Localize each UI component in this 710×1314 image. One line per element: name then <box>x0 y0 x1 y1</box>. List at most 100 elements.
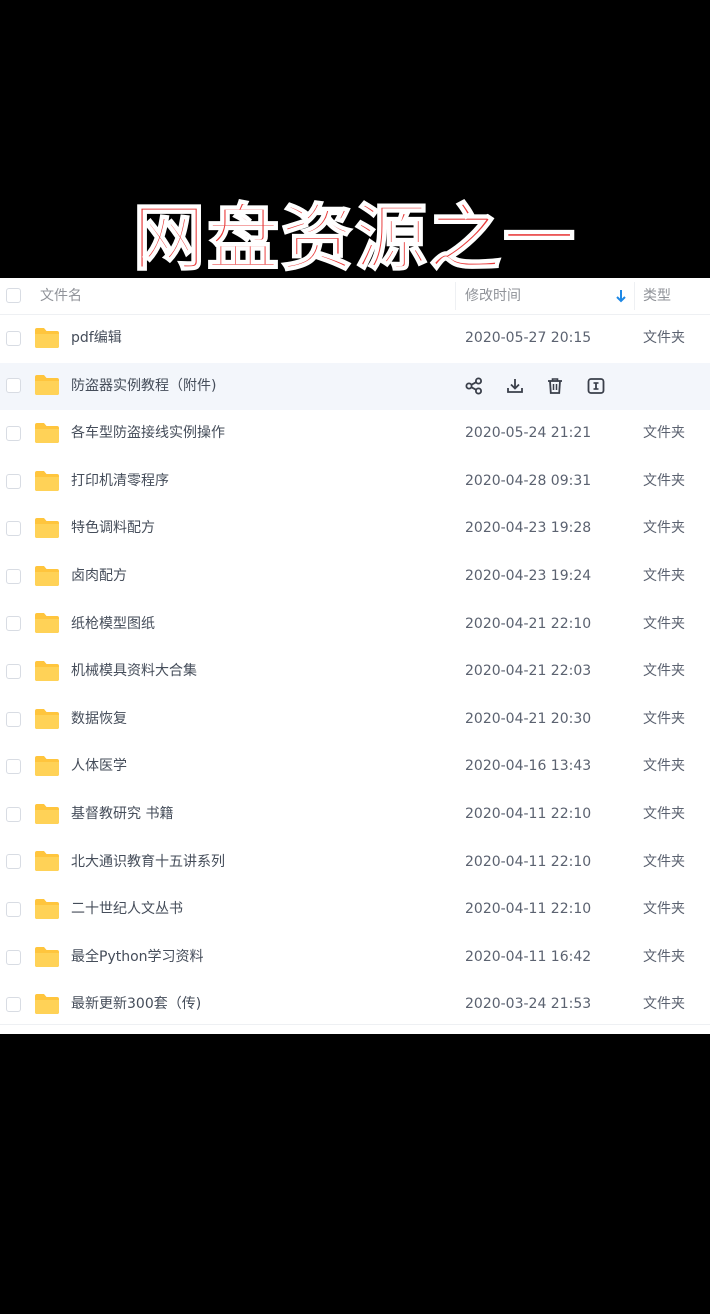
file-rows: pdf编辑 2020-05-27 20:15 文件夹 防盗器实例教程（附件) 各车型防盗… <box>0 315 710 1029</box>
file-type: 文件夹 <box>643 996 685 1013</box>
file-type: 文件夹 <box>643 472 685 489</box>
folder-icon <box>34 470 60 492</box>
file-type: 文件夹 <box>643 520 685 537</box>
row-checkbox[interactable] <box>6 473 21 489</box>
folder-icon <box>34 755 60 777</box>
modified-time: 2020-04-21 22:03 <box>465 663 592 680</box>
file-type: 文件夹 <box>643 425 685 442</box>
row-checkbox[interactable] <box>6 330 21 346</box>
file-name[interactable]: 北大通识教育十五讲系列 <box>71 839 225 887</box>
file-name[interactable]: 人体医学 <box>71 743 127 791</box>
modified-time: 2020-05-27 20:15 <box>465 330 592 346</box>
arrow-down-icon[interactable] <box>614 287 628 305</box>
modified-time: 2020-04-11 22:10 <box>465 805 592 822</box>
download-icon[interactable] <box>505 376 525 396</box>
column-header-time[interactable]: 修改时间 <box>465 278 521 314</box>
table-row[interactable]: 机械模具资料大合集 2020-04-21 22:03 文件夹 <box>0 648 710 696</box>
row-checkbox[interactable] <box>6 378 21 394</box>
folder-icon <box>34 708 60 730</box>
file-type: 文件夹 <box>643 330 685 346</box>
table-row[interactable]: 基督教研究 书籍 2020-04-11 22:10 文件夹 <box>0 791 710 839</box>
modified-time: 2020-03-24 21:53 <box>465 996 592 1013</box>
modified-time: 2020-04-28 09:31 <box>465 472 592 489</box>
modified-time: 2020-04-21 22:10 <box>465 615 592 632</box>
file-type: 文件夹 <box>643 758 685 775</box>
share-icon[interactable] <box>464 376 484 396</box>
file-name[interactable]: 防盗器实例教程（附件) <box>71 363 216 411</box>
row-checkbox[interactable] <box>6 854 21 870</box>
row-checkbox[interactable] <box>6 616 21 632</box>
table-row[interactable]: 二十世纪人文丛书 2020-04-11 22:10 文件夹 <box>0 886 710 934</box>
file-type: 文件夹 <box>643 853 685 870</box>
file-name[interactable]: pdf编辑 <box>71 315 122 363</box>
table-row[interactable]: pdf编辑 2020-05-27 20:15 文件夹 <box>0 315 710 363</box>
modified-time: 2020-04-23 19:28 <box>465 520 592 537</box>
row-checkbox[interactable] <box>6 521 21 537</box>
list-bottom-divider <box>0 1024 710 1025</box>
row-checkbox[interactable] <box>6 901 21 917</box>
table-row[interactable]: 卤肉配方 2020-04-23 19:24 文件夹 <box>0 553 710 601</box>
modified-time: 2020-04-16 13:43 <box>465 758 592 775</box>
table-row[interactable]: 最新更新300套（传) 2020-03-24 21:53 文件夹 <box>0 981 710 1029</box>
file-list-header: 文件名 修改时间 类型 <box>0 278 710 315</box>
modified-time: 2020-04-21 20:30 <box>465 710 592 727</box>
file-type: 文件夹 <box>643 901 685 918</box>
file-type: 文件夹 <box>643 805 685 822</box>
row-checkbox[interactable] <box>6 806 21 822</box>
file-name[interactable]: 各车型防盗接线实例操作 <box>71 410 225 458</box>
file-name[interactable]: 特色调料配方 <box>71 505 155 553</box>
delete-icon[interactable] <box>545 376 565 396</box>
column-header-type[interactable]: 类型 <box>643 278 671 314</box>
file-type: 文件夹 <box>643 663 685 680</box>
table-row[interactable]: 打印机清零程序 2020-04-28 09:31 文件夹 <box>0 458 710 506</box>
select-all-checkbox[interactable] <box>6 288 21 303</box>
file-name[interactable]: 纸枪模型图纸 <box>71 601 155 649</box>
folder-icon <box>34 565 60 587</box>
file-name[interactable]: 打印机清零程序 <box>71 458 169 506</box>
row-checkbox[interactable] <box>6 568 21 584</box>
modified-time: 2020-04-11 16:42 <box>465 948 592 965</box>
table-row[interactable]: 北大通识教育十五讲系列 2020-04-11 22:10 文件夹 <box>0 839 710 887</box>
file-type: 文件夹 <box>643 948 685 965</box>
file-name[interactable]: 卤肉配方 <box>71 553 127 601</box>
table-row[interactable]: 纸枪模型图纸 2020-04-21 22:10 文件夹 <box>0 601 710 649</box>
folder-icon <box>34 898 60 920</box>
folder-icon <box>34 993 60 1015</box>
table-row[interactable]: 特色调料配方 2020-04-23 19:28 文件夹 <box>0 505 710 553</box>
file-name[interactable]: 机械模具资料大合集 <box>71 648 197 696</box>
folder-icon <box>34 374 60 396</box>
file-type: 文件夹 <box>643 710 685 727</box>
folder-icon <box>34 946 60 968</box>
column-divider <box>455 282 456 310</box>
rename-icon[interactable] <box>586 376 606 396</box>
banner-title: 网盘资源之一 <box>132 195 577 281</box>
folder-icon <box>34 850 60 872</box>
modified-time: 2020-05-24 21:21 <box>465 425 592 442</box>
column-divider <box>634 282 635 310</box>
modified-time: 2020-04-11 22:10 <box>465 853 592 870</box>
folder-icon <box>34 612 60 634</box>
row-checkbox[interactable] <box>6 759 21 775</box>
folder-icon <box>34 803 60 825</box>
file-name[interactable]: 二十世纪人文丛书 <box>71 886 183 934</box>
modified-time: 2020-04-11 22:10 <box>465 901 592 918</box>
column-header-name[interactable]: 文件名 <box>40 278 82 314</box>
folder-icon <box>34 660 60 682</box>
table-row[interactable]: 最全Python学习资料 2020-04-11 16:42 文件夹 <box>0 934 710 982</box>
row-checkbox[interactable] <box>6 425 21 441</box>
file-name[interactable]: 基督教研究 书籍 <box>71 791 173 839</box>
row-checkbox[interactable] <box>6 997 21 1013</box>
file-name[interactable]: 最全Python学习资料 <box>71 934 204 982</box>
table-row[interactable]: 数据恢复 2020-04-21 20:30 文件夹 <box>0 696 710 744</box>
table-row[interactable]: 各车型防盗接线实例操作 2020-05-24 21:21 文件夹 <box>0 410 710 458</box>
file-list-panel: 文件名 修改时间 类型 pdf编辑 2020-05-27 20:15 文件夹 防盗器实… <box>0 278 710 1034</box>
row-checkbox[interactable] <box>6 949 21 965</box>
folder-icon <box>34 327 60 349</box>
table-row[interactable]: 人体医学 2020-04-16 13:43 文件夹 <box>0 743 710 791</box>
file-type: 文件夹 <box>643 615 685 632</box>
row-checkbox[interactable] <box>6 711 21 727</box>
table-row[interactable]: 防盗器实例教程（附件) <box>0 362 710 411</box>
file-name[interactable]: 数据恢复 <box>71 696 127 744</box>
row-checkbox[interactable] <box>6 663 21 679</box>
file-name[interactable]: 最新更新300套（传) <box>71 981 201 1029</box>
